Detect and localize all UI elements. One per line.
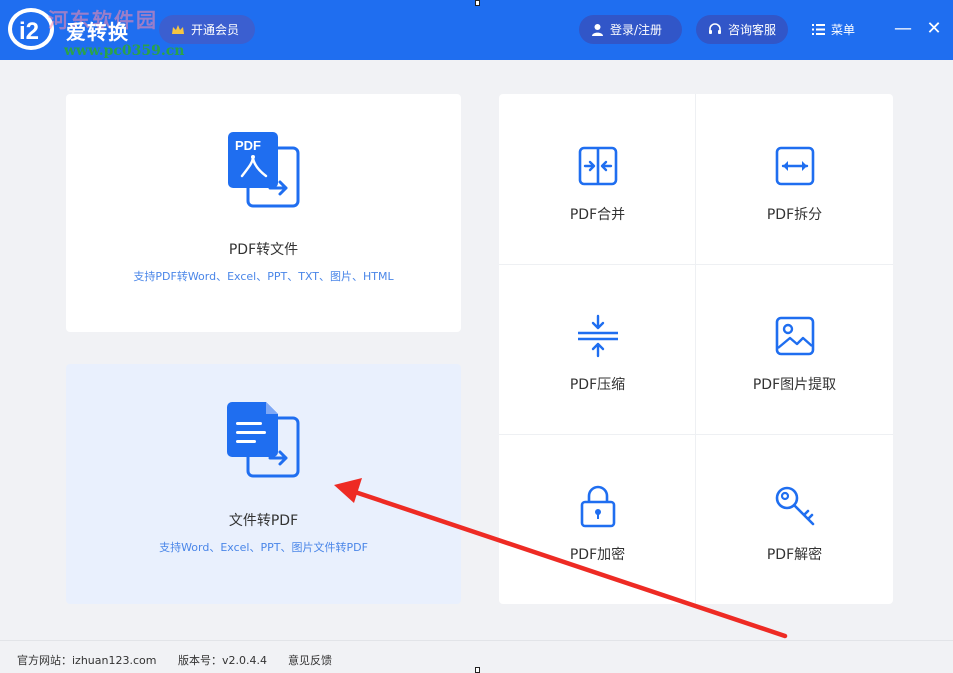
file-to-pdf-icon (226, 400, 302, 480)
pdf-to-file-title: PDF转文件 (66, 239, 461, 259)
window-edge-mark (475, 667, 480, 673)
tool-pdf-compress[interactable]: PDF压缩 (499, 264, 696, 434)
lock-icon (576, 484, 620, 528)
tool-label: PDF解密 (696, 544, 893, 564)
image-icon (773, 314, 817, 358)
tools-grid: PDF合并 PDF拆分 PDF压缩 PDF图片提取 (499, 94, 893, 604)
pdf-to-file-subtitle: 支持PDF转Word、Excel、PPT、TXT、图片、HTML (66, 268, 461, 284)
svg-text:i2: i2 (19, 18, 39, 45)
tool-pdf-image-extract[interactable]: PDF图片提取 (696, 264, 893, 434)
tool-label: PDF拆分 (696, 204, 893, 224)
tool-label: PDF合并 (499, 204, 696, 224)
app-name: 爱转换 (66, 16, 129, 45)
file-to-pdf-card[interactable]: 文件转PDF 支持Word、Excel、PPT、图片文件转PDF (66, 364, 461, 604)
website-link[interactable]: 官方网站：izhuan123.com (17, 652, 156, 668)
file-to-pdf-subtitle: 支持Word、Excel、PPT、图片文件转PDF (66, 539, 461, 555)
pdf-icon-text: PDF (235, 138, 261, 153)
headset-icon (708, 23, 722, 37)
version-text: 版本号：v2.0.4.4 (178, 652, 267, 668)
title-bar: i2 河东软件园 爱转换 www.pc0359.cn 开通会员 登录/注册 咨询… (0, 0, 953, 60)
tool-label: PDF压缩 (499, 374, 696, 394)
file-to-pdf-title: 文件转PDF (66, 510, 461, 530)
compress-icon (576, 314, 620, 358)
menu-icon (812, 24, 825, 35)
pdf-to-file-icon: PDF (226, 130, 302, 210)
tool-label: PDF加密 (499, 544, 696, 564)
watermark-url: www.pc0359.cn (64, 43, 184, 59)
tool-pdf-encrypt[interactable]: PDF加密 (499, 434, 696, 604)
split-icon (773, 144, 817, 188)
login-button[interactable]: 登录/注册 (579, 15, 682, 44)
tool-label: PDF图片提取 (696, 374, 893, 394)
tool-pdf-decrypt[interactable]: PDF解密 (696, 434, 893, 604)
crown-icon (171, 24, 185, 36)
merge-icon (576, 144, 620, 188)
vip-button[interactable]: 开通会员 (159, 15, 255, 44)
close-button[interactable]: ✕ (922, 17, 946, 41)
customer-service-button[interactable]: 咨询客服 (696, 15, 788, 44)
minimize-button[interactable]: — (891, 17, 915, 41)
menu-button[interactable]: 菜单 (812, 15, 855, 44)
vip-label: 开通会员 (191, 21, 239, 38)
key-icon (773, 484, 817, 528)
feedback-link[interactable]: 意见反馈 (288, 652, 332, 668)
user-icon (591, 23, 604, 36)
pdf-to-file-card[interactable]: PDF PDF转文件 支持PDF转Word、Excel、PPT、TXT、图片、H… (66, 94, 461, 332)
service-label: 咨询客服 (728, 21, 776, 38)
window-edge-mark (475, 0, 480, 6)
tool-pdf-merge[interactable]: PDF合并 (499, 94, 696, 264)
menu-label: 菜单 (831, 21, 855, 38)
login-label: 登录/注册 (610, 21, 662, 38)
tool-pdf-split[interactable]: PDF拆分 (696, 94, 893, 264)
